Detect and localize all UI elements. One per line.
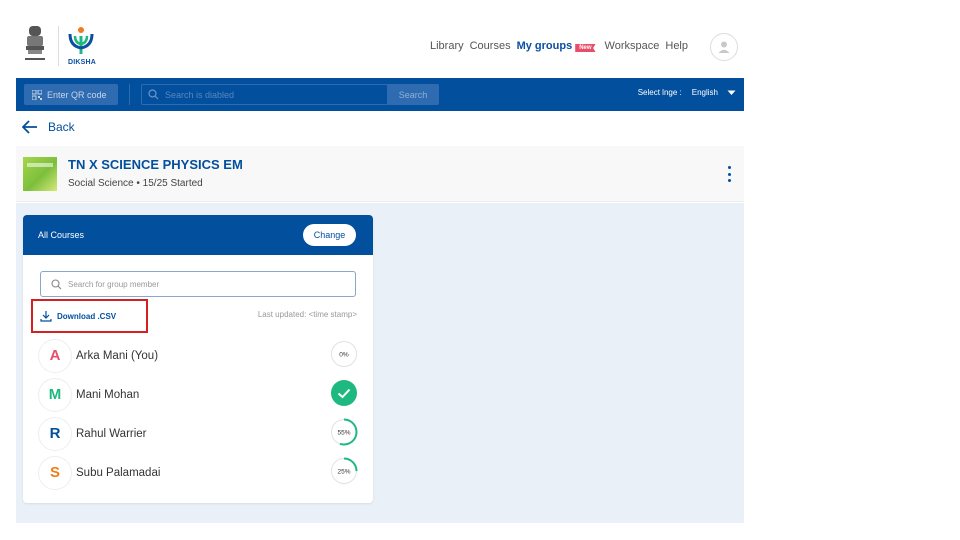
progress-label: 0% (339, 352, 349, 359)
change-button[interactable]: Change (303, 224, 356, 246)
qr-button-label: Enter QR code (47, 89, 107, 100)
group-started-count: 15/25 Started (142, 178, 203, 189)
last-updated-text: Last updated: <time stamp> (257, 310, 357, 319)
member-avatar: M (38, 377, 72, 412)
back-label: Back (48, 120, 75, 134)
toolbar-divider (129, 84, 130, 105)
member-avatar: S (38, 455, 72, 490)
top-nav: Library Courses My groups New Workspace H… (430, 40, 688, 52)
card-header: All Courses Change (23, 215, 373, 255)
nav-help[interactable]: Help (665, 40, 688, 52)
member-search-placeholder: Search for group member (68, 279, 160, 289)
progress-label: 25% (337, 469, 350, 476)
national-emblem-icon (25, 26, 45, 60)
member-search-input[interactable]: Search for group member (40, 271, 356, 297)
arrow-left-icon (22, 120, 37, 134)
language-label: Select lnge : (637, 88, 682, 97)
nav-my-groups[interactable]: My groups New (517, 40, 599, 52)
diksha-logo-icon[interactable] (66, 26, 96, 56)
member-avatar: R (38, 416, 72, 451)
back-link[interactable]: Back (22, 120, 75, 134)
completed-check-icon (331, 380, 357, 406)
member-name: Subu Palamadai (76, 466, 161, 479)
group-title: TN X SCIENCE PHYSICS EM (68, 157, 243, 172)
progress-ring: 25% (330, 457, 358, 485)
user-icon (718, 41, 730, 53)
search-toolbar: Enter QR code Search is diabled Search S… (16, 78, 744, 111)
member-avatar: A (38, 338, 72, 373)
more-options-icon[interactable] (726, 166, 732, 182)
member-row[interactable]: S Subu Palamadai 25% (38, 453, 358, 492)
nav-library[interactable]: Library (430, 40, 464, 52)
qr-code-icon (32, 89, 42, 100)
app-root: DIKSHA Library Courses My groups New Work… (0, 0, 960, 540)
search-icon (51, 278, 62, 289)
download-csv-button[interactable]: Download .CSV (31, 299, 148, 333)
nav-workspace[interactable]: Workspace (605, 40, 660, 52)
chevron-down-icon (727, 90, 736, 95)
language-value[interactable]: English (692, 88, 718, 97)
language-selector[interactable]: Select lnge : English (638, 88, 736, 97)
member-row[interactable]: A Arka Mani (You) 0% (38, 336, 358, 375)
nav-courses[interactable]: Courses (470, 40, 511, 52)
member-name: Mani Mohan (76, 388, 140, 401)
member-row[interactable]: M Mani Mohan (38, 375, 358, 414)
course-progress-card: All Courses Change Search for group memb… (23, 215, 373, 503)
enter-qr-code-button[interactable]: Enter QR code (24, 84, 118, 105)
group-subtitle: Social Science • 15/25 Started (68, 178, 203, 189)
group-separator: • (136, 178, 140, 189)
group-thumbnail (23, 157, 57, 191)
progress-complete-fill (331, 380, 357, 406)
download-icon (40, 311, 52, 322)
member-name: Arka Mani (You) (76, 349, 159, 362)
search-placeholder: Search is diabled (165, 89, 235, 100)
member-row[interactable]: R Rahul Warrier 55% (38, 414, 358, 453)
card-title: All Courses (38, 230, 85, 240)
new-badge: New (575, 44, 596, 52)
search-button[interactable]: Search (387, 84, 439, 105)
diksha-logo-text: DIKSHA (68, 59, 97, 66)
logo-divider (58, 26, 59, 66)
download-csv-label: Download .CSV (57, 311, 117, 321)
progress-ring: 0% (331, 341, 357, 367)
profile-avatar[interactable] (710, 33, 738, 61)
group-subject: Social Science (68, 178, 134, 189)
header: DIKSHA Library Courses My groups New Work… (16, 16, 744, 78)
member-list: A Arka Mani (You) 0% M Mani Mohan R Rahul Warr… (38, 336, 358, 492)
progress-label: 55% (337, 430, 350, 437)
progress-ring: 55% (330, 418, 358, 446)
global-search-input[interactable]: Search is diabled (141, 84, 388, 105)
group-banner: TN X SCIENCE PHYSICS EM Social Science •… (16, 146, 744, 202)
search-icon (148, 89, 159, 100)
nav-my-groups-label[interactable]: My groups (517, 40, 573, 52)
member-name: Rahul Warrier (76, 427, 147, 440)
